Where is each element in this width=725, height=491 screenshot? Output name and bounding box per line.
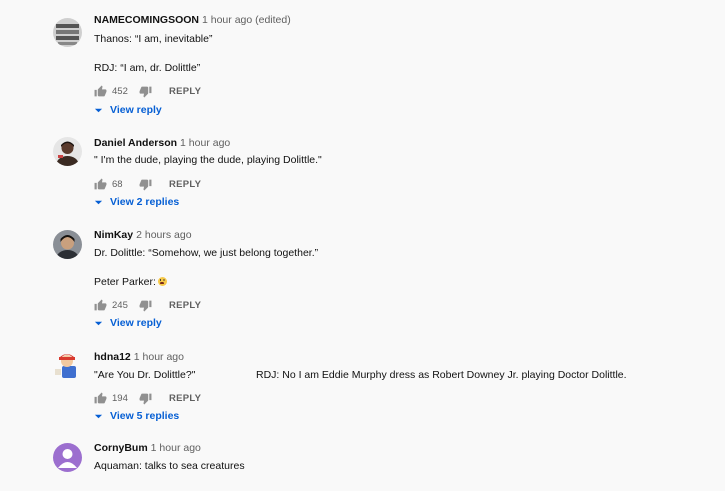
default-avatar-icon xyxy=(53,443,82,472)
comment-actions: 452 REPLY xyxy=(94,85,725,98)
dislike-icon[interactable] xyxy=(139,392,152,405)
comment-body: Daniel Anderson 1 hour ago " I'm the dude… xyxy=(94,137,725,191)
comment-text: RDJ: “I am, dr. Dolittle” xyxy=(94,62,201,74)
comment-header: CornyBum 1 hour ago xyxy=(94,442,725,455)
comment-header: hdna12 1 hour ago xyxy=(94,351,725,364)
avatar[interactable] xyxy=(53,230,82,259)
comment-text: "Are You Dr. Dolittle?" xyxy=(94,369,196,381)
like-icon[interactable] xyxy=(94,392,107,405)
reply-button[interactable]: REPLY xyxy=(169,86,201,97)
like-count: 194 xyxy=(112,393,128,404)
avatar-icon xyxy=(53,18,82,47)
comment-time[interactable]: 2 hours ago xyxy=(136,229,191,241)
chevron-down-icon xyxy=(94,200,103,204)
like-icon[interactable] xyxy=(94,299,107,312)
comment-author[interactable]: NimKay xyxy=(94,229,133,241)
comment-text-row: "Are You Dr. Dolittle?" RDJ: No I am Edd… xyxy=(94,369,725,382)
dislike-icon[interactable] xyxy=(139,178,152,191)
view-replies-label: View 5 replies xyxy=(110,410,180,422)
view-replies-button[interactable]: View 2 replies xyxy=(94,196,179,208)
view-replies-label: View reply xyxy=(110,317,162,329)
view-replies-label: View reply xyxy=(110,104,162,116)
comment-author[interactable]: hdna12 xyxy=(94,351,131,363)
comment-text-row: Peter Parker: xyxy=(94,276,725,289)
comment-header: NimKay 2 hours ago xyxy=(94,229,725,242)
like-count: 245 xyxy=(112,300,128,311)
comment-body: NAMECOMINGSOON 1 hour ago (edited) Thanos… xyxy=(94,14,725,98)
like-count: 68 xyxy=(112,179,123,190)
like-icon[interactable] xyxy=(94,178,107,191)
view-replies-button[interactable]: View reply xyxy=(94,317,162,329)
comment-header: Daniel Anderson 1 hour ago xyxy=(94,137,725,150)
comment-text: Dr. Dolittle: “Somehow, we just belong t… xyxy=(94,247,319,259)
like-icon[interactable] xyxy=(94,85,107,98)
chevron-down-icon xyxy=(94,414,103,418)
comment-time[interactable]: 1 hour ago xyxy=(151,442,201,454)
comment-actions: 68 REPLY xyxy=(94,178,725,191)
comment-text: Aquaman: talks to sea creatures xyxy=(94,460,245,472)
avatar[interactable] xyxy=(53,18,82,47)
chevron-down-icon xyxy=(94,108,103,112)
view-replies-button[interactable]: View reply xyxy=(94,104,162,116)
reply-button[interactable]: REPLY xyxy=(169,393,201,404)
scream-emoji-icon xyxy=(157,277,167,286)
comment-header: NAMECOMINGSOON 1 hour ago (edited) xyxy=(94,14,725,27)
comment-text-second: RDJ: No I am Eddie Murphy dress as Rober… xyxy=(256,369,627,381)
comment-body: NimKay 2 hours ago Dr. Dolittle: “Somehow… xyxy=(94,229,725,312)
comment-body: hdna12 1 hour ago "Are You Dr. Dolittle?"… xyxy=(94,351,725,405)
comment-text: Thanos: “I am, inevitable” xyxy=(94,33,213,45)
avatar[interactable] xyxy=(53,137,82,166)
avatar[interactable] xyxy=(53,351,82,380)
view-replies-label: View 2 replies xyxy=(110,196,180,208)
avatar-icon xyxy=(53,351,82,380)
comment-text: Peter Parker: xyxy=(94,276,156,288)
comment-author[interactable]: NAMECOMINGSOON xyxy=(94,14,199,26)
reply-button[interactable]: REPLY xyxy=(169,300,201,311)
avatar[interactable] xyxy=(53,443,82,472)
comment-actions: 245 REPLY xyxy=(94,299,725,312)
comment-time[interactable]: 1 hour ago (edited) xyxy=(202,14,291,26)
like-count: 452 xyxy=(112,86,128,97)
chevron-down-icon xyxy=(94,321,103,325)
avatar-icon xyxy=(53,137,82,166)
comment-time[interactable]: 1 hour ago xyxy=(180,137,230,149)
comment-body: CornyBum 1 hour ago Aquaman: talks to sea… xyxy=(94,442,725,473)
comment-time[interactable]: 1 hour ago xyxy=(134,351,184,363)
comment-actions: 194 REPLY xyxy=(94,392,725,405)
comment-author[interactable]: CornyBum xyxy=(94,442,148,454)
dislike-icon[interactable] xyxy=(139,85,152,98)
comment-author[interactable]: Daniel Anderson xyxy=(94,137,177,149)
dislike-icon[interactable] xyxy=(139,299,152,312)
comment-text: " I'm the dude, playing the dude, playin… xyxy=(94,154,322,166)
view-replies-button[interactable]: View 5 replies xyxy=(94,410,179,422)
reply-button[interactable]: REPLY xyxy=(169,179,201,190)
avatar-icon xyxy=(53,230,82,259)
